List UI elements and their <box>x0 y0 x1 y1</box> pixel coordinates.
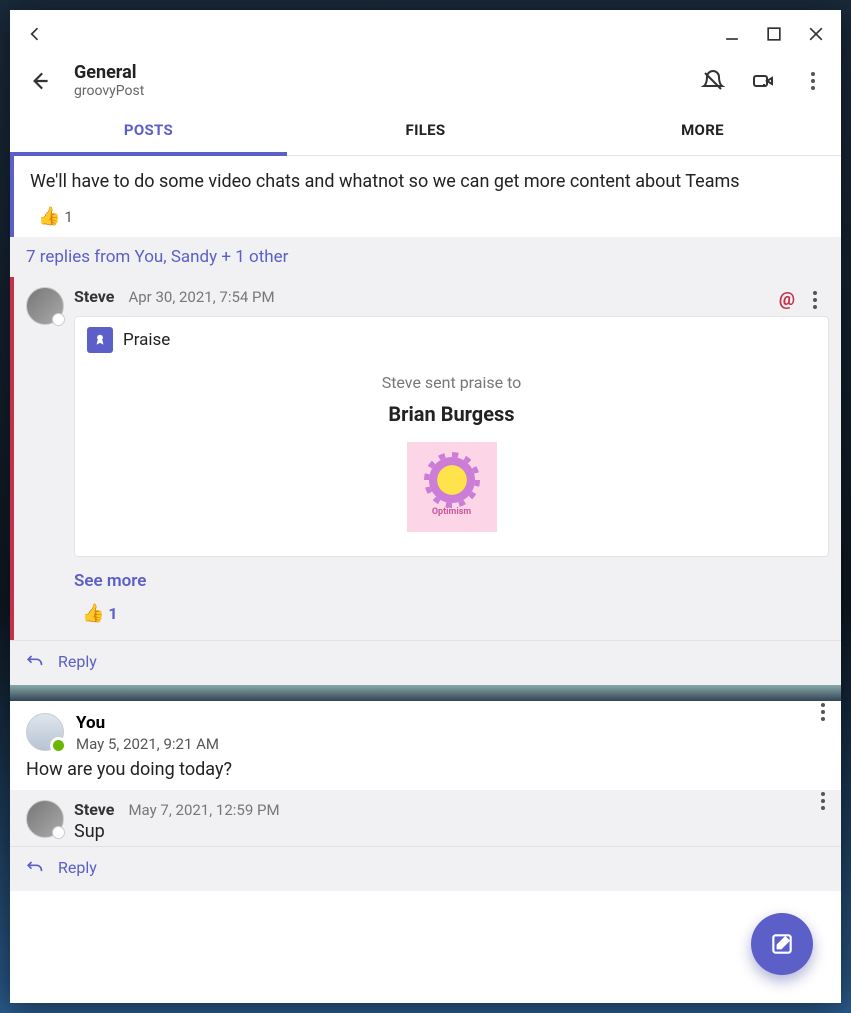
reply-author: Steve <box>74 800 114 819</box>
avatar[interactable] <box>26 800 64 838</box>
close-icon[interactable] <box>805 23 827 45</box>
minimize-icon[interactable] <box>721 23 743 45</box>
praise-reply: Steve Apr 30, 2021, 7:54 PM Praise Steve… <box>10 277 841 640</box>
presence-available-icon <box>52 739 65 752</box>
post-timestamp: May 5, 2021, 9:21 AM <box>76 735 219 753</box>
reply-text: Sup <box>74 819 825 842</box>
praise-reactions[interactable]: 👍 1 <box>26 599 829 634</box>
app-window: General groovyPost POSTS FILES MORE We'l… <box>10 10 841 1003</box>
praise-stamp-label: Optimism <box>432 507 471 517</box>
praise-card-title: Praise <box>123 330 170 350</box>
tab-posts[interactable]: POSTS <box>10 107 287 155</box>
avatar[interactable] <box>26 287 64 325</box>
message-more-button[interactable] <box>813 703 833 721</box>
reply-author: Steve <box>74 287 114 306</box>
presence-indicator <box>52 313 65 326</box>
avatar[interactable] <box>26 713 64 751</box>
team-subtitle: groovyPost <box>74 83 144 99</box>
reply-label: Reply <box>58 858 97 877</box>
reply-timestamp: May 7, 2021, 12:59 PM <box>128 801 279 819</box>
video-call-button[interactable] <box>749 67 777 95</box>
thread-root-post: We'll have to do some video chats and wh… <box>10 156 841 237</box>
reply-arrow-icon <box>24 857 44 877</box>
reply-button[interactable]: Reply <box>10 846 841 891</box>
posts-feed[interactable]: We'll have to do some video chats and wh… <box>10 156 841 1003</box>
maximize-icon[interactable] <box>763 23 785 45</box>
praise-reaction-count: 1 <box>108 604 117 623</box>
praise-badge-icon <box>87 327 113 353</box>
message-more-button[interactable] <box>813 792 833 810</box>
window-chrome-bar <box>10 10 841 58</box>
root-reactions[interactable]: 👍 1 <box>30 194 825 227</box>
mention-indicator-icon: @ <box>779 289 795 310</box>
channel-tabs: POSTS FILES MORE <box>10 107 841 156</box>
message-more-button[interactable] <box>805 291 825 309</box>
reply-arrow-icon <box>24 651 44 671</box>
browser-back-icon[interactable] <box>24 23 46 45</box>
more-options-button[interactable] <box>799 67 827 95</box>
thumbs-up-icon: 👍 <box>38 206 60 227</box>
post-author: You <box>76 713 219 733</box>
reply-button[interactable]: Reply <box>10 640 841 685</box>
mute-notifications-button[interactable] <box>699 67 727 95</box>
thumbs-up-icon: 👍 <box>82 603 104 624</box>
reply-timestamp: Apr 30, 2021, 7:54 PM <box>128 288 274 306</box>
see-more-link[interactable]: See more <box>26 557 829 599</box>
thread-post: You May 5, 2021, 9:21 AM How are you doi… <box>10 701 841 790</box>
praise-stamp: Optimism <box>407 442 497 532</box>
praise-card: Praise Steve sent praise to Brian Burges… <box>74 316 829 557</box>
back-button[interactable] <box>24 65 56 97</box>
praise-subtext: Steve sent praise to <box>87 373 816 392</box>
root-post-text: We'll have to do some video chats and wh… <box>30 170 825 194</box>
post-text: How are you doing today? <box>26 753 825 780</box>
thread-reply: Steve May 7, 2021, 12:59 PM Sup <box>10 790 841 846</box>
reply-label: Reply <box>58 652 97 671</box>
tab-more[interactable]: MORE <box>564 107 841 155</box>
presence-indicator <box>52 826 65 839</box>
replies-summary[interactable]: 7 replies from You, Sandy + 1 other <box>10 237 841 277</box>
root-reaction-count: 1 <box>64 208 72 226</box>
praise-target-name: Brian Burgess <box>87 402 816 426</box>
channel-title: General <box>74 62 144 83</box>
tab-files[interactable]: FILES <box>287 107 564 155</box>
thread-separator <box>10 685 841 701</box>
optimism-sun-icon <box>429 457 475 503</box>
channel-header: General groovyPost <box>10 58 841 107</box>
compose-post-button[interactable] <box>751 913 813 975</box>
compose-icon <box>769 931 795 957</box>
